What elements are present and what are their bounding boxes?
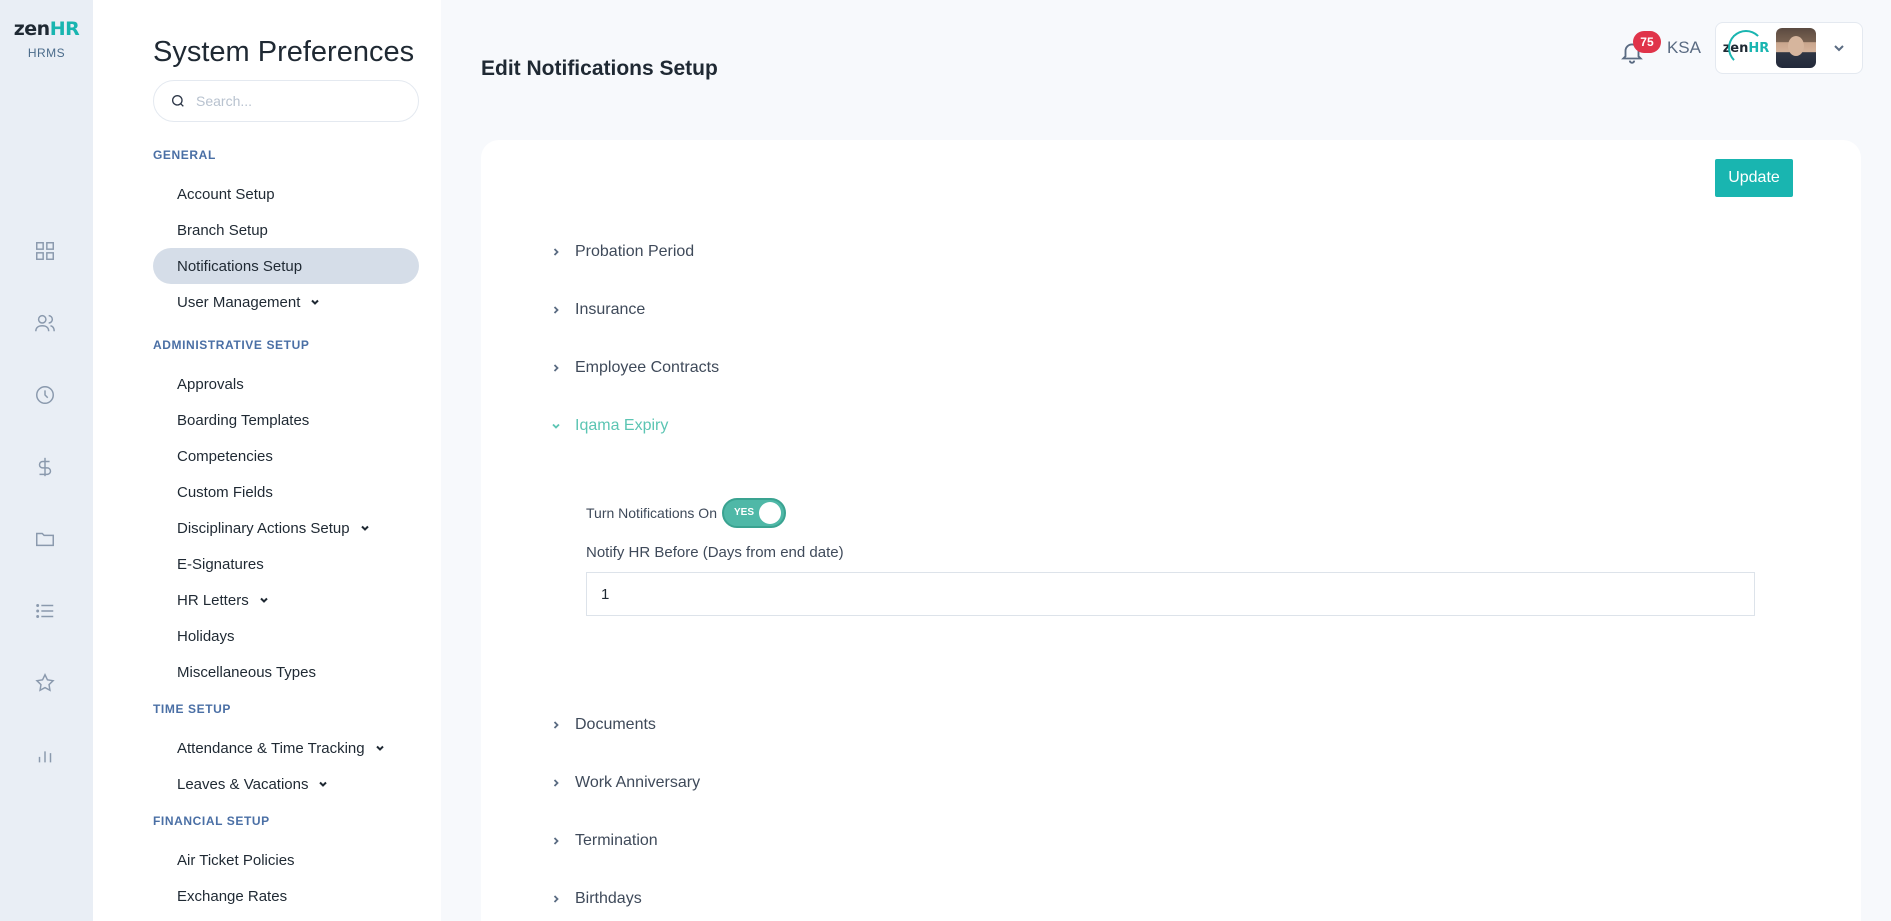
people-icon[interactable]	[32, 310, 58, 336]
company-logo: zen HR	[1723, 28, 1769, 68]
chevron-down-icon	[310, 297, 320, 307]
notification-count-badge: 75	[1632, 31, 1661, 53]
nav-item-e-signatures[interactable]: E-Signatures	[153, 546, 419, 582]
nav-item-disciplinary-actions-setup[interactable]: Disciplinary Actions Setup	[153, 510, 419, 546]
nav-item-account-setup[interactable]: Account Setup	[153, 176, 419, 212]
nav-item-branch-setup[interactable]: Branch Setup	[153, 212, 419, 248]
accordion-employee-contracts[interactable]: Employee Contracts	[551, 359, 719, 377]
accordion-work-anniversary[interactable]: Work Anniversary	[551, 774, 700, 792]
update-button[interactable]: Update	[1715, 159, 1793, 197]
search-input[interactable]	[196, 93, 396, 109]
nav-item-user-management[interactable]: User Management	[153, 284, 419, 320]
chevron-right-icon	[553, 895, 559, 903]
nav-item-custom-fields[interactable]: Custom Fields	[153, 474, 419, 510]
list-icon[interactable]	[32, 598, 58, 624]
section-general: GENERAL	[153, 148, 216, 162]
search-icon	[172, 95, 184, 107]
sidebar-title: System Preferences	[153, 36, 415, 68]
nav-item-approvals[interactable]: Approvals	[153, 366, 419, 402]
accordion-probation-period[interactable]: Probation Period	[551, 243, 694, 261]
nav-item-boarding-templates[interactable]: Boarding Templates	[153, 402, 419, 438]
clock-icon[interactable]	[32, 382, 58, 408]
icon-rail: zenHR HRMS	[0, 0, 93, 921]
chevron-down-icon	[259, 595, 269, 605]
chevron-right-icon	[553, 779, 559, 787]
chevron-right-icon	[553, 364, 559, 372]
folder-icon[interactable]	[32, 526, 58, 552]
notifications-card: Update Probation Period Insurance Employ…	[481, 140, 1861, 921]
nav-item-attendance-time-tracking[interactable]: Attendance & Time Tracking	[153, 730, 419, 766]
nav-item-competencies[interactable]: Competencies	[153, 438, 419, 474]
notifications-toggle[interactable]: YES	[721, 498, 786, 528]
notifications-button[interactable]: 75	[1617, 31, 1661, 64]
notify-days-label: Notify HR Before (Days from end date)	[586, 544, 844, 561]
logo-subtitle: HRMS	[27, 46, 66, 60]
chevron-right-icon	[553, 248, 559, 256]
nav-item-hr-letters[interactable]: HR Letters	[153, 582, 419, 618]
accordion-birthdays[interactable]: Birthdays	[551, 890, 642, 908]
chevron-right-icon	[553, 837, 559, 845]
section-time-setup: TIME SETUP	[153, 702, 232, 716]
country-label[interactable]: KSA	[1667, 38, 1701, 58]
nav-item-leaves-vacations[interactable]: Leaves & Vacations	[153, 766, 419, 802]
chevron-down-icon	[375, 743, 385, 753]
preferences-nav: GENERAL Account Setup Branch Setup Notif…	[153, 148, 419, 914]
accordion-iqama-expiry[interactable]: Iqama Expiry	[551, 417, 668, 435]
avatar	[1776, 28, 1816, 68]
grid-icon[interactable]	[32, 238, 58, 264]
accordion-documents[interactable]: Documents	[551, 716, 656, 734]
toggle-knob	[758, 502, 781, 524]
nav-item-holidays[interactable]: Holidays	[153, 618, 419, 654]
chart-icon[interactable]	[32, 742, 58, 768]
star-icon[interactable]	[32, 670, 58, 696]
section-financial-setup: FINANCIAL SETUP	[153, 814, 270, 828]
chevron-right-icon	[553, 721, 559, 729]
account-menu[interactable]: zen HR	[1715, 22, 1863, 74]
chevron-right-icon	[553, 306, 559, 314]
top-bar: 75 KSA zen HR	[1617, 22, 1863, 74]
page-title: Edit Notifications Setup	[481, 57, 718, 80]
chevron-down-icon	[1832, 41, 1846, 55]
chevron-down-icon	[552, 423, 560, 429]
nav-item-air-ticket-policies[interactable]: Air Ticket Policies	[153, 842, 419, 878]
toggle-state-label: YES	[733, 507, 754, 518]
nav-item-exchange-rates[interactable]: Exchange Rates	[153, 878, 419, 914]
search-box[interactable]	[153, 80, 419, 122]
logo-wordmark: zenHR	[13, 18, 80, 40]
brand-logo[interactable]: zenHR HRMS	[0, 18, 93, 60]
nav-item-notifications-setup[interactable]: Notifications Setup	[153, 248, 419, 284]
chevron-down-icon	[360, 523, 370, 533]
dollar-icon[interactable]	[32, 454, 58, 480]
chevron-down-icon	[318, 779, 328, 789]
section-administrative-setup: ADMINISTRATIVE SETUP	[153, 338, 310, 352]
accordion-insurance[interactable]: Insurance	[551, 301, 645, 319]
notify-days-input[interactable]	[586, 572, 1755, 616]
nav-item-miscellaneous-types[interactable]: Miscellaneous Types	[153, 654, 419, 690]
accordion-termination[interactable]: Termination	[551, 832, 658, 850]
toggle-label: Turn Notifications On	[586, 505, 717, 521]
notifications-toggle-row: Turn Notifications On YES	[586, 498, 786, 528]
preferences-sidebar: System Preferences GENERAL Account Setup…	[93, 0, 441, 921]
